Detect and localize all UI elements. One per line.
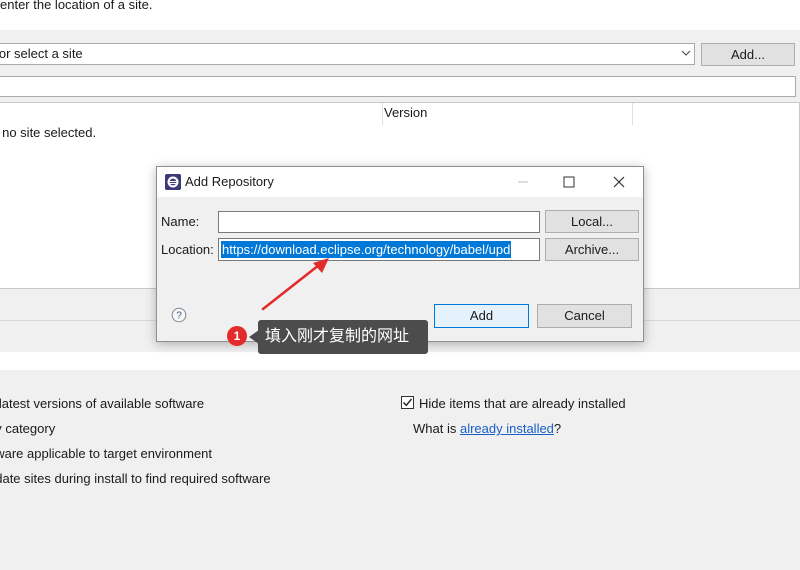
- svg-text:?: ?: [176, 311, 182, 322]
- hide-installed-checkbox[interactable]: [401, 396, 414, 409]
- wizard-instruction: enter the location of a site.: [0, 0, 153, 12]
- what-is-installed: What is already installed?: [413, 421, 561, 436]
- column-divider: [382, 103, 383, 125]
- site-combo-text: e or select a site: [0, 46, 83, 61]
- cancel-button[interactable]: Cancel: [537, 304, 632, 328]
- details-panel: [0, 352, 800, 370]
- option-target-environment[interactable]: ftware applicable to target environment: [0, 446, 212, 461]
- site-combo[interactable]: [0, 43, 695, 65]
- filter-input[interactable]: [0, 76, 796, 97]
- version-column-header[interactable]: Version: [384, 105, 427, 120]
- add-site-button[interactable]: Add...: [701, 43, 795, 66]
- no-site-message: s no site selected.: [0, 125, 97, 140]
- checkmark-icon: [403, 398, 413, 407]
- name-label: Name:: [161, 214, 200, 229]
- help-icon[interactable]: ?: [171, 307, 187, 323]
- annotation-badge: 1: [227, 326, 247, 346]
- eclipse-app-icon: [165, 174, 181, 190]
- arrow-annotation-icon: [261, 258, 329, 311]
- what-is-suffix: ?: [553, 421, 562, 436]
- chevron-down-icon[interactable]: [680, 46, 692, 60]
- add-button[interactable]: Add: [434, 304, 529, 328]
- hide-installed-label[interactable]: Hide items that are already installed: [419, 396, 626, 411]
- already-installed-link[interactable]: already installed: [460, 421, 554, 436]
- option-contact-update-sites[interactable]: odate sites during install to find requi…: [0, 471, 271, 486]
- archive-button[interactable]: Archive...: [545, 238, 639, 261]
- what-is-prefix: What is: [413, 421, 460, 436]
- option-show-latest[interactable]: e latest versions of available software: [0, 396, 204, 411]
- column-divider: [632, 103, 633, 125]
- maximize-icon[interactable]: [558, 170, 580, 194]
- dialog-title: Add Repository: [185, 174, 274, 189]
- close-icon[interactable]: [607, 170, 631, 194]
- name-input[interactable]: [218, 211, 540, 233]
- location-label: Location:: [161, 242, 214, 257]
- minimize-icon[interactable]: [512, 170, 534, 194]
- option-group-by-category[interactable]: by category: [0, 421, 55, 436]
- local-button[interactable]: Local...: [545, 210, 639, 233]
- annotation-callout: 填入刚才复制的网址: [258, 320, 428, 354]
